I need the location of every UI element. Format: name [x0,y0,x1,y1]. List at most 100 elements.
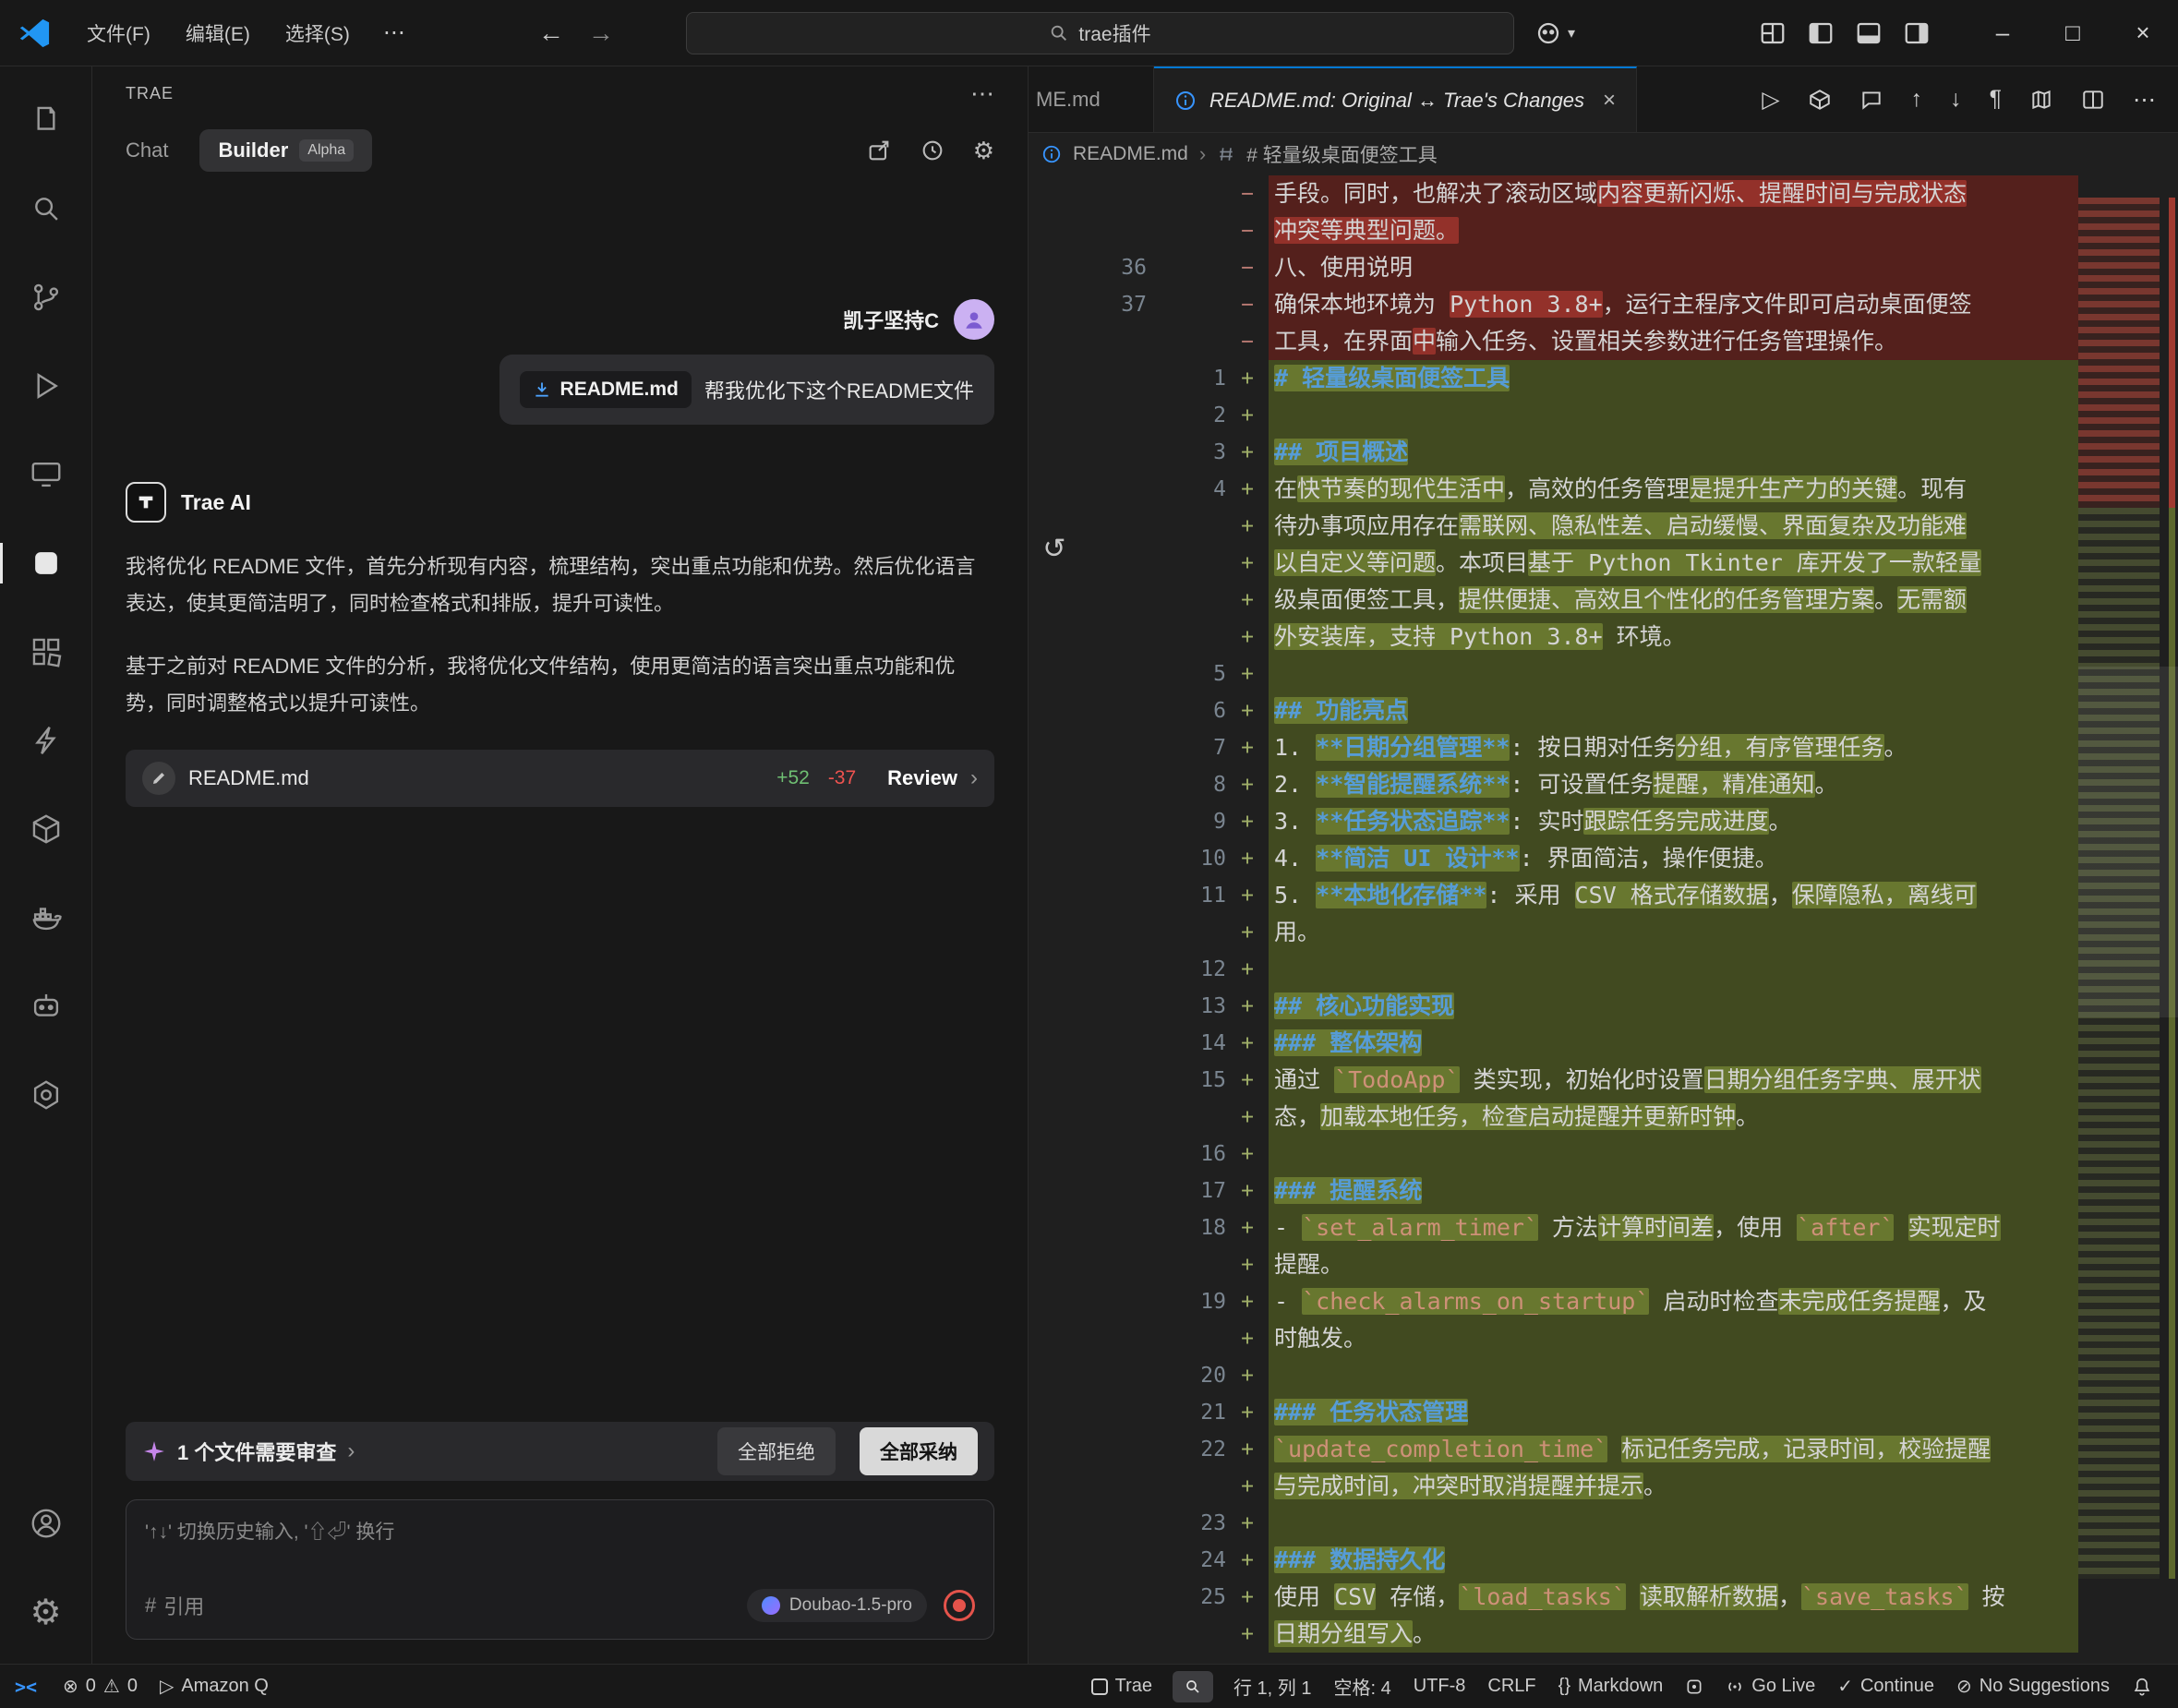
user-avatar [954,299,994,340]
record-voice-button[interactable] [944,1590,975,1621]
minimap-deleted-region [2078,198,2160,508]
trae-status-icon [1091,1678,1108,1695]
source-control-icon[interactable] [0,253,91,342]
toggle-panel-icon[interactable] [1855,19,1883,47]
map-icon[interactable] [2029,88,2053,112]
diff-line: 8+2. **智能提醒系统**: 可设置任务提醒，精准通知。 [1029,766,2078,803]
editor-more-icon[interactable]: ⋯ [2133,86,2156,114]
previous-change-icon[interactable]: ↑ [1911,86,1923,113]
diff-line: 15+通过 `TodoApp` 类实现，初始化时设置日期分组任务字典、展开状 [1029,1062,2078,1099]
window-close-button[interactable]: × [2108,0,2178,66]
revert-block-button[interactable]: ↺ [1034,528,1075,569]
robot-assistant-icon[interactable] [0,962,91,1051]
cursor-position[interactable]: 行 1, 列 1 [1222,1673,1322,1700]
chat-input-placeholder: '↑↓' 切换历史输入, '⇧⏎' 换行 [145,1517,975,1545]
remote-indicator[interactable]: >< [0,1665,52,1708]
tab-chat[interactable]: Chat [126,138,168,162]
minimap-slider[interactable] [2078,667,2178,1017]
forward-icon[interactable]: → [588,18,614,48]
ai-response: Trae AI 我将优化 README 文件，首先分析现有内容，梳理结构，突出重… [126,482,994,807]
split-editor-icon[interactable] [2081,88,2105,112]
reject-all-button[interactable]: 全部拒绝 [717,1427,836,1475]
open-preview-icon[interactable] [1808,88,1832,112]
diff-line: 36−八、使用说明 [1029,249,2078,286]
close-tab-icon[interactable]: × [1603,88,1616,114]
accounts-icon[interactable] [0,1479,91,1568]
menu-selection[interactable]: 选择(S) [271,12,365,54]
plugin-status-icon[interactable] [1674,1678,1715,1696]
continue-status[interactable]: ✓ Continue [1826,1675,1945,1698]
diff-line: +提醒。 [1029,1246,2078,1283]
diff-line: −工具，在界面中输入任务、设置相关参数进行任务管理操作。 [1029,323,2078,360]
window-minimize-button[interactable]: – [1967,0,2038,66]
search-icon[interactable] [0,164,91,253]
notifications-bell-icon[interactable] [2121,1677,2163,1697]
indentation-status[interactable]: 空格: 4 [1322,1673,1402,1700]
whitespace-icon[interactable]: ¶ [1990,86,2002,113]
attached-file-chip[interactable]: README.md [520,371,692,408]
run-icon[interactable]: ▷ [1762,86,1779,114]
customize-layout-icon[interactable] [1759,19,1787,47]
lightning-plugin-icon[interactable] [0,696,91,785]
problems-status[interactable]: ⊗ 0 ⚠ 0 [52,1665,149,1708]
breadcrumb-file[interactable]: README.md [1073,143,1188,165]
remote-explorer-icon[interactable] [0,430,91,519]
extensions-icon[interactable] [0,607,91,696]
amazon-q-status[interactable]: ▷ Amazon Q [149,1665,280,1708]
info-icon [1174,90,1197,112]
chevron-right-icon[interactable]: › [347,1438,355,1464]
diff-line: 9+3. **任务状态追踪**: 实时跟踪任务完成进度。 [1029,803,2078,840]
breadcrumb-heading[interactable]: # 轻量级桌面便签工具 [1246,140,1438,168]
reference-button[interactable]: # 引用 [145,1591,204,1620]
diff-line: +以自定义等问题。本项目基于 Python Tkinter 库开发了一款轻量 [1029,545,2078,582]
trae-status[interactable]: Trae [1080,1676,1163,1697]
eol-status[interactable]: CRLF [1476,1676,1546,1697]
next-change-icon[interactable]: ↓ [1950,86,1962,113]
trae-ai-icon[interactable] [0,519,91,607]
chat-input[interactable]: '↑↓' 切换历史输入, '⇧⏎' 换行 # 引用 Doubao-1.5-pro [126,1499,994,1640]
explorer-icon[interactable] [0,76,91,164]
zoom-indicator[interactable] [1173,1671,1213,1702]
diff-line: +日期分组写入。 [1029,1616,2078,1653]
diff-line: +外安装库，支持 Python 3.8+ 环境。 [1029,619,2078,656]
suggestions-status[interactable]: ⊘ No Suggestions [1945,1675,2121,1698]
diff-line: 12+ [1029,951,2078,988]
tab-readme[interactable]: ME.md [1029,66,1154,132]
menu-more-icon[interactable]: ⋯ [370,12,418,54]
menu-file[interactable]: 文件(F) [72,12,165,54]
diff-line: −手段。同时，也解决了滚动区域内容更新闪烁、提醒时间与完成状态 [1029,175,2078,212]
model-selector[interactable]: Doubao-1.5-pro [747,1589,927,1622]
activity-bar: ⚙ [0,66,92,1664]
encoding-status[interactable]: UTF-8 [1402,1676,1477,1697]
toggle-sidebar-icon[interactable] [1807,19,1835,47]
tab-diff-readme[interactable]: README.md: Original ↔ Trae's Changes × [1154,66,1637,132]
sidebar-more-icon[interactable]: ⋯ [970,79,994,108]
run-debug-icon[interactable] [0,342,91,430]
chat-settings-icon[interactable]: ⚙ [973,137,994,165]
language-mode[interactable]: {} Markdown [1547,1676,1675,1697]
hexagon-plugin-icon[interactable] [0,1051,91,1139]
comment-icon[interactable] [1859,88,1883,112]
export-icon[interactable] [866,138,892,163]
review-count-label: 1 个文件需要审查 [177,1437,336,1466]
back-icon[interactable]: ← [538,18,564,48]
editor-group: ME.md README.md: Original ↔ Trae's Chang… [1029,66,2178,1664]
history-icon[interactable] [920,138,945,163]
status-bar: >< ⊗ 0 ⚠ 0 ▷ Amazon Q Trae 行 1, 列 1 空格: … [0,1664,2178,1708]
changed-file-row[interactable]: README.md +52 -37 Review › [126,750,994,807]
toggle-secondary-sidebar-icon[interactable] [1903,19,1931,47]
diff-editor[interactable]: −手段。同时，也解决了滚动区域内容更新闪烁、提醒时间与完成状态−冲突等典型问题。… [1029,175,2178,1664]
tab-builder[interactable]: Builder Alpha [199,129,372,172]
diff-line: 20+ [1029,1357,2078,1394]
go-live-status[interactable]: Go Live [1715,1676,1826,1697]
docker-icon[interactable] [0,873,91,962]
accept-all-button[interactable]: 全部采纳 [860,1427,978,1475]
window-maximize-button[interactable]: □ [2038,0,2108,66]
ai-assistant-button[interactable]: ▾ [1534,19,1575,47]
package-plugin-icon[interactable] [0,785,91,873]
command-search-input[interactable]: trae插件 [686,12,1514,54]
minimap[interactable] [2078,175,2178,1664]
menu-edit[interactable]: 编辑(E) [171,12,265,54]
review-button[interactable]: Review [887,766,957,790]
settings-gear-icon[interactable]: ⚙ [0,1568,91,1656]
